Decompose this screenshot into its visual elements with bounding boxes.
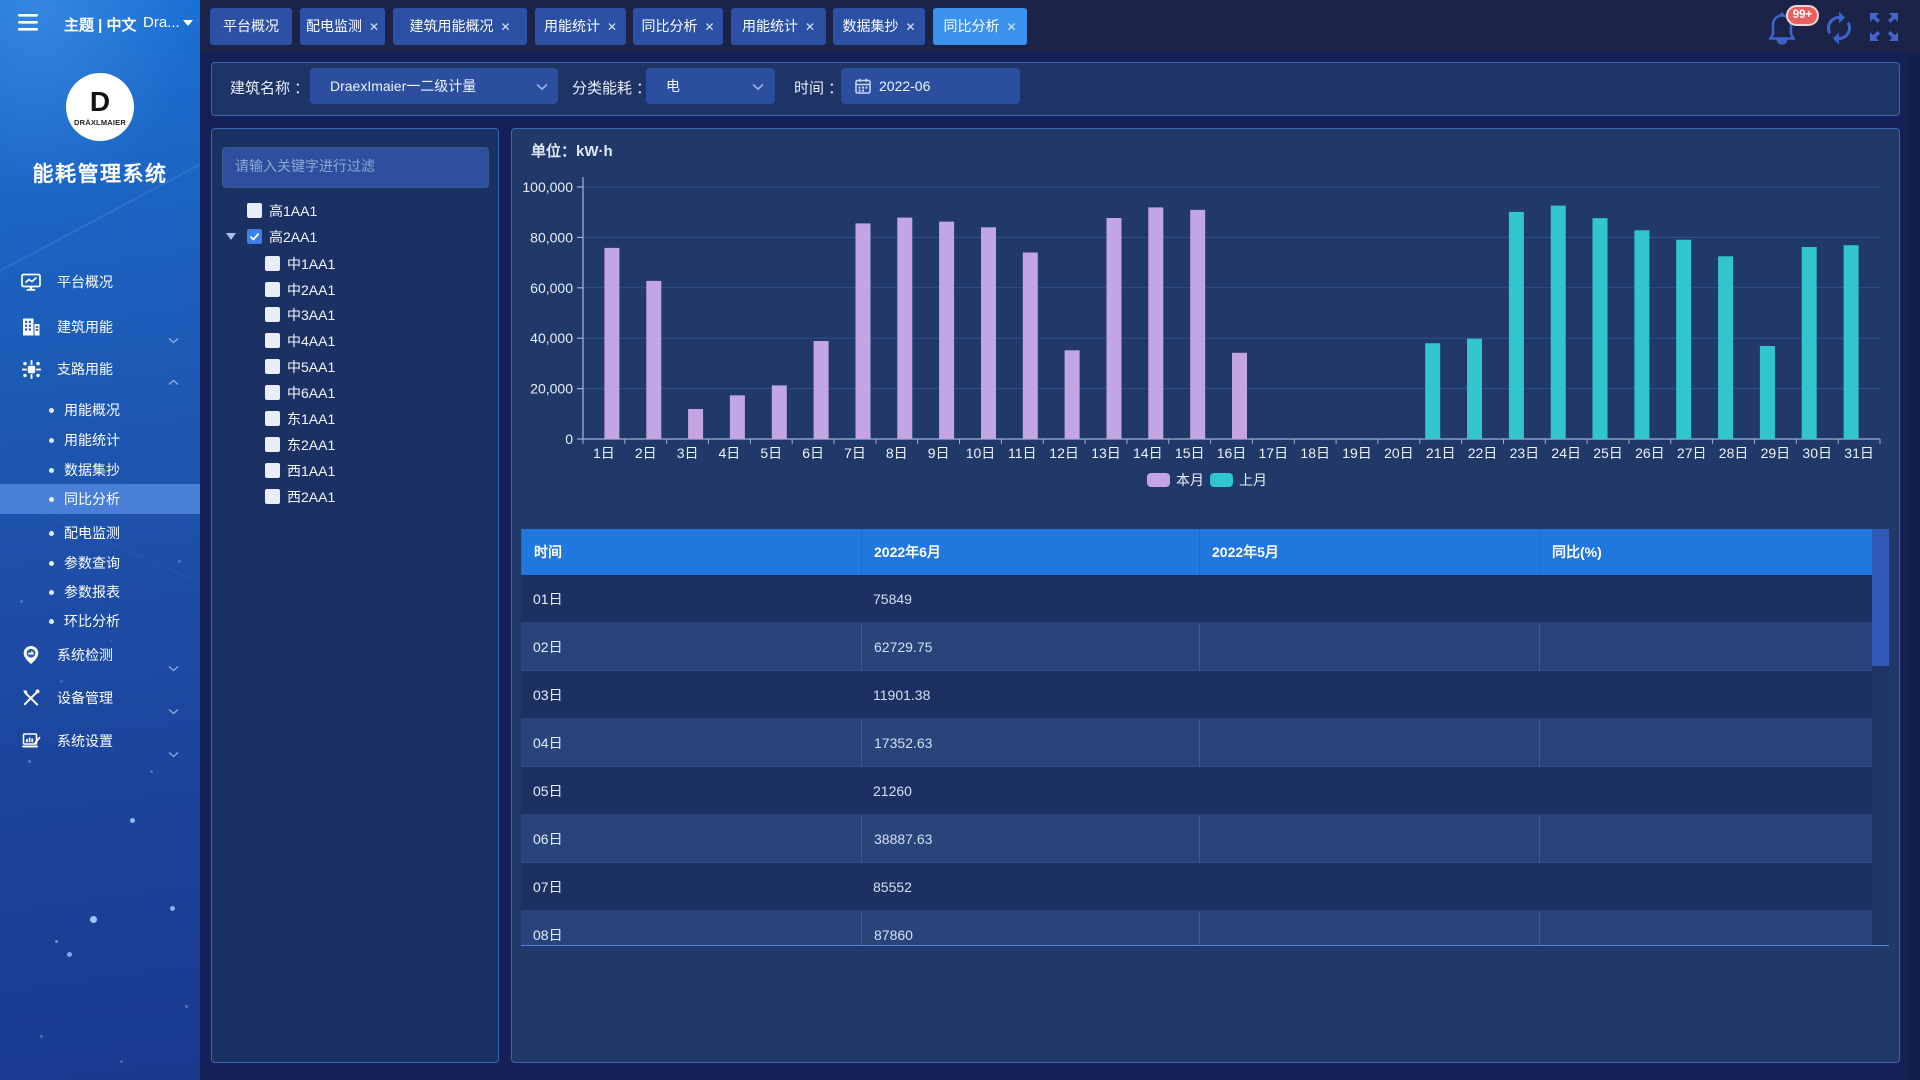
svg-text:10日: 10日: [966, 445, 996, 461]
svg-text:15日: 15日: [1175, 445, 1205, 461]
svg-text:17日: 17日: [1259, 445, 1289, 461]
svg-text:上月: 上月: [1239, 472, 1267, 488]
svg-text:2日: 2日: [635, 445, 657, 461]
svg-text:3日: 3日: [677, 445, 699, 461]
svg-text:4日: 4日: [719, 445, 741, 461]
svg-text:19日: 19日: [1342, 445, 1372, 461]
svg-text:27日: 27日: [1677, 445, 1707, 461]
svg-text:0: 0: [565, 431, 573, 447]
svg-text:1日: 1日: [593, 445, 615, 461]
svg-text:16日: 16日: [1217, 445, 1247, 461]
svg-text:30日: 30日: [1802, 445, 1832, 461]
svg-text:29日: 29日: [1761, 445, 1791, 461]
svg-text:6日: 6日: [802, 445, 824, 461]
svg-text:31日: 31日: [1844, 445, 1874, 461]
svg-text:20日: 20日: [1384, 445, 1414, 461]
svg-text:80,000: 80,000: [530, 229, 573, 245]
svg-text:14日: 14日: [1133, 445, 1163, 461]
svg-text:40,000: 40,000: [530, 330, 573, 346]
svg-text:5日: 5日: [760, 445, 782, 461]
svg-text:24日: 24日: [1551, 445, 1581, 461]
svg-text:本月: 本月: [1176, 472, 1204, 488]
svg-text:21日: 21日: [1426, 445, 1456, 461]
svg-text:23日: 23日: [1510, 445, 1540, 461]
svg-text:26日: 26日: [1635, 445, 1665, 461]
svg-text:9日: 9日: [928, 445, 950, 461]
svg-text:18日: 18日: [1300, 445, 1330, 461]
svg-text:100,000: 100,000: [522, 179, 573, 195]
svg-text:22日: 22日: [1468, 445, 1498, 461]
svg-text:20,000: 20,000: [530, 381, 573, 397]
svg-text:13日: 13日: [1091, 445, 1121, 461]
svg-text:25日: 25日: [1593, 445, 1623, 461]
svg-text:7日: 7日: [844, 445, 866, 461]
svg-text:28日: 28日: [1719, 445, 1749, 461]
svg-text:60,000: 60,000: [530, 280, 573, 296]
svg-text:12日: 12日: [1049, 445, 1079, 461]
svg-text:11日: 11日: [1008, 445, 1037, 461]
svg-text:8日: 8日: [886, 445, 908, 461]
